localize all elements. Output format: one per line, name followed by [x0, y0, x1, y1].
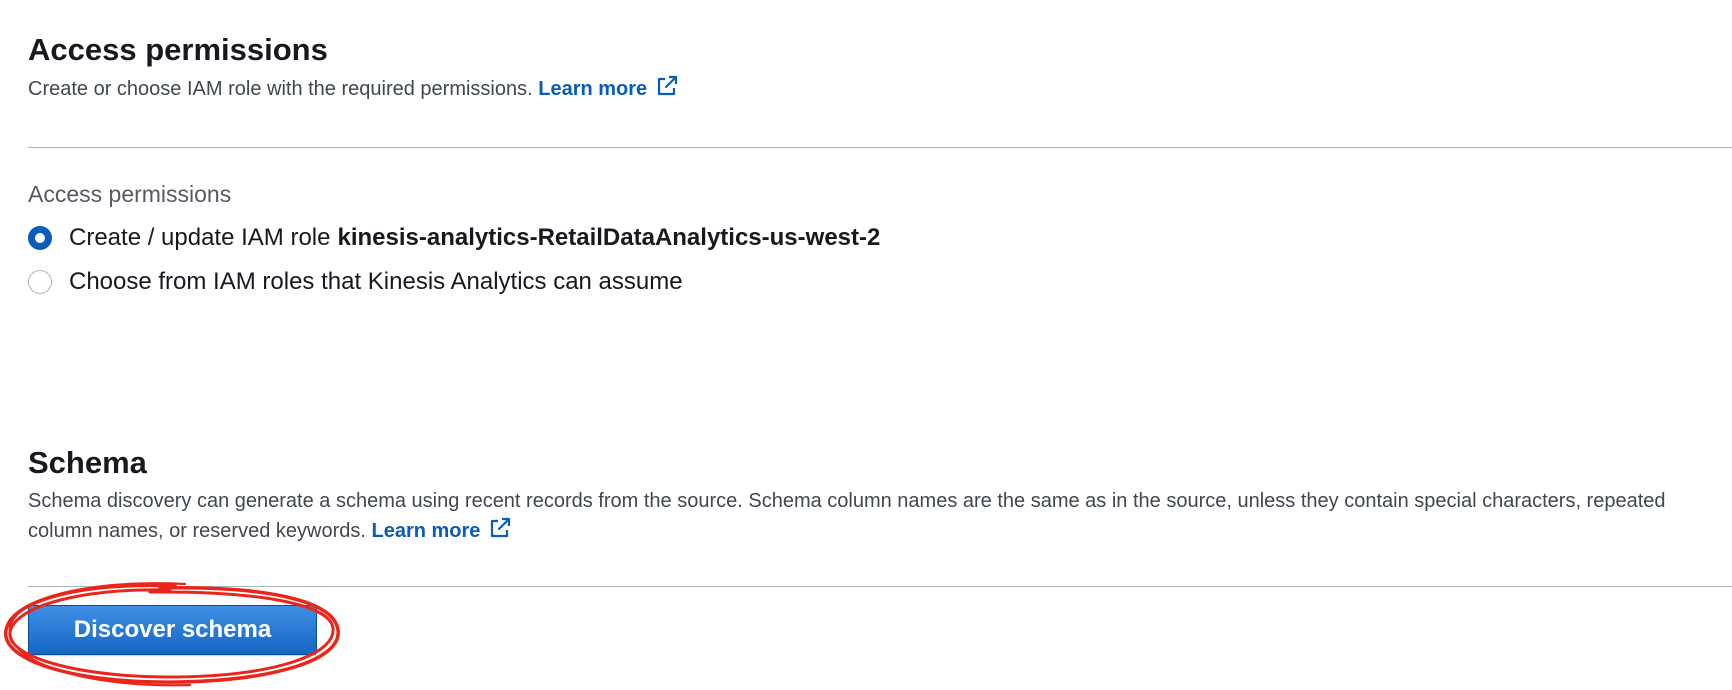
schema-description-text: Schema discovery can generate a schema u…: [28, 490, 1666, 542]
schema-learn-more-link[interactable]: Learn more: [371, 520, 480, 542]
schema-description: Schema discovery can generate a schema u…: [28, 486, 1728, 546]
radio-option-create-role[interactable]: Create / update IAM role kinesis-analyti…: [28, 224, 880, 252]
access-permissions-description: Create or choose IAM role with the requi…: [28, 74, 679, 104]
schema-divider: [28, 586, 1732, 587]
access-permissions-title: Access permissions: [28, 32, 328, 67]
external-link-icon[interactable]: [655, 74, 679, 98]
access-permissions-learn-more-link[interactable]: Learn more: [538, 78, 647, 100]
external-link-icon[interactable]: [488, 516, 512, 540]
radio-option-create-role-label: Create / update IAM role: [69, 224, 331, 251]
iam-role-name: kinesis-analytics-RetailDataAnalytics-us…: [337, 224, 881, 251]
access-permissions-divider: [28, 147, 1732, 148]
access-permissions-header: Access permissions Create or choose IAM …: [28, 34, 679, 104]
radio-option-choose-role[interactable]: Choose from IAM roles that Kinesis Analy…: [28, 268, 683, 296]
discover-schema-button[interactable]: Discover schema: [28, 605, 317, 655]
schema-header: Schema Schema discovery can generate a s…: [28, 447, 1728, 546]
radio-selected-icon[interactable]: [28, 226, 52, 250]
radio-unselected-icon[interactable]: [28, 270, 52, 294]
schema-title: Schema: [28, 445, 147, 480]
radio-option-choose-role-label: Choose from IAM roles that Kinesis Analy…: [69, 268, 683, 295]
access-permissions-field-label: Access permissions: [28, 181, 232, 207]
access-permissions-description-text: Create or choose IAM role with the requi…: [28, 78, 533, 100]
